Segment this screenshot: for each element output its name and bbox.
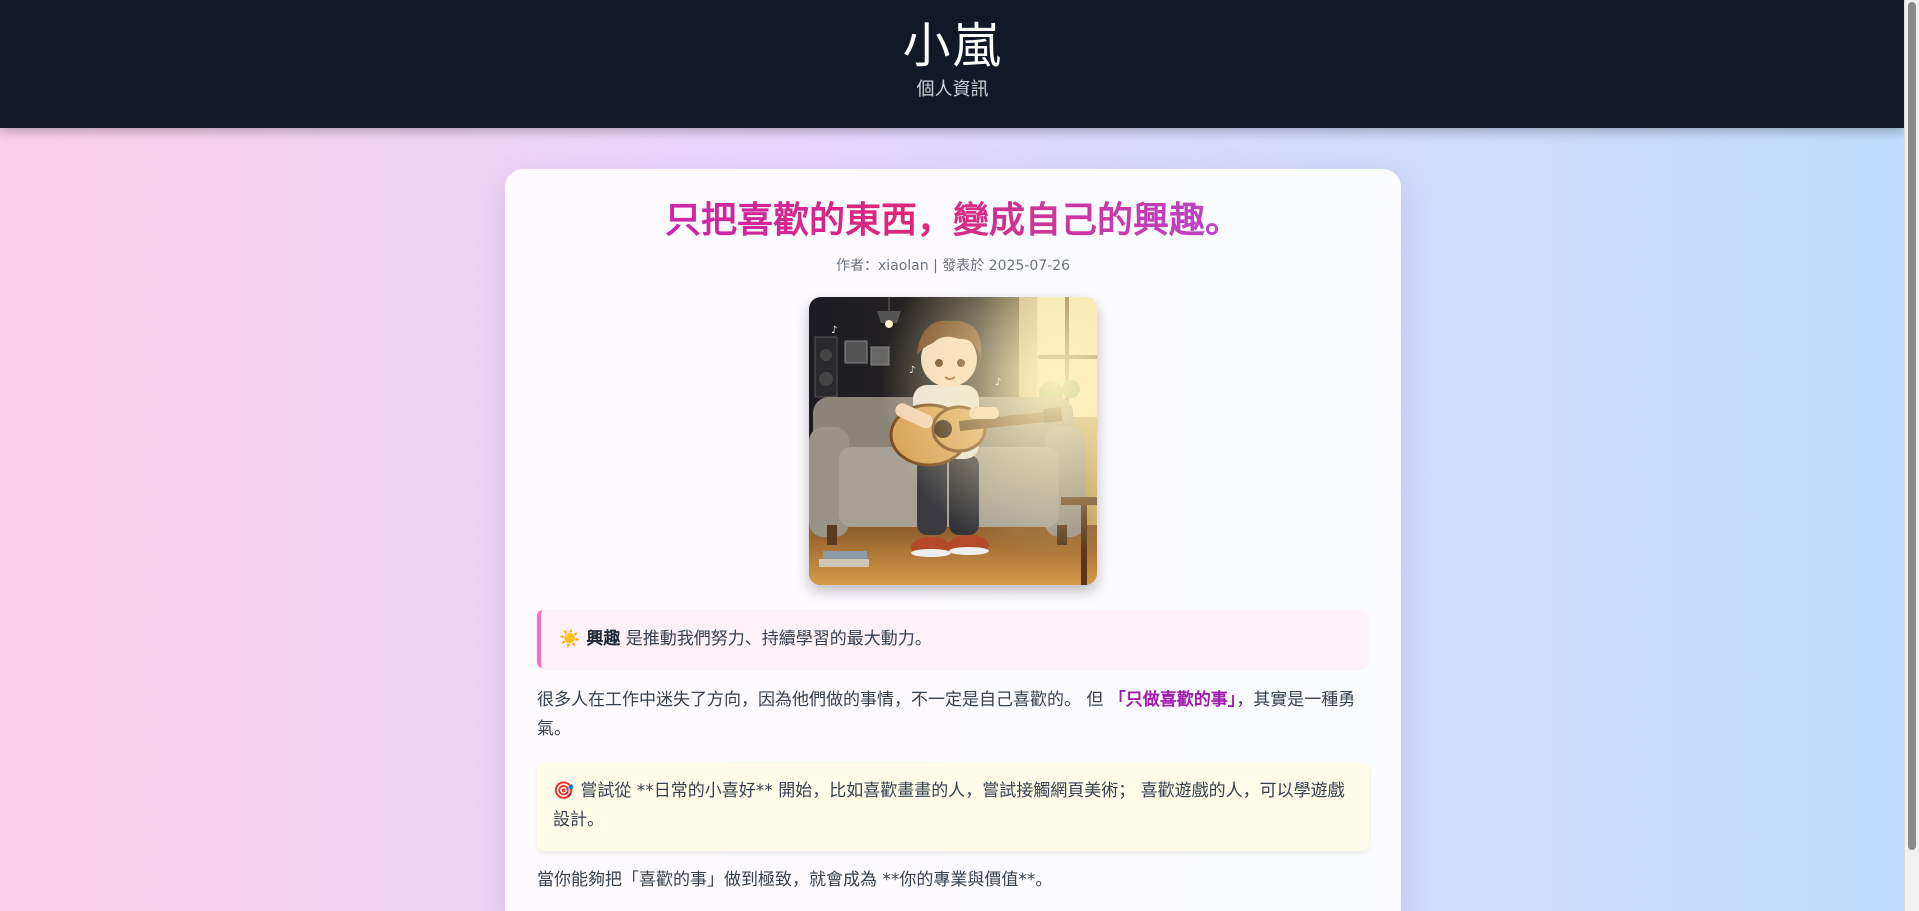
callout-interest-keyword: 興趣 <box>586 629 621 649</box>
scrollbar-thumb[interactable] <box>1908 2 1916 850</box>
callout-interest-text: 是推動我們努力、持續學習的最大動力。 <box>620 629 932 649</box>
post-title: 只把喜歡的東西，變成自己的興趣。 <box>505 197 1401 245</box>
paragraph-1: 很多人在工作中迷失了方向，因為他們做的事情，不一定是自己喜歡的。 但 「只做喜歡… <box>537 686 1369 744</box>
site-subtitle: 個人資訊 <box>916 79 989 100</box>
paragraph-1-before: 很多人在工作中迷失了方向，因為他們做的事情，不一定是自己喜歡的。 但 <box>537 690 1109 710</box>
site-header: 小嵐 個人資訊 <box>0 0 1905 128</box>
paragraph-2: 當你能夠把「喜歡的事」做到極致，就會成為 **你的專業與價值**。 <box>537 870 1053 890</box>
site-title: 小嵐 <box>902 18 1003 74</box>
callout-tip-text: 嘗試從 **日常的小喜好** 開始，比如喜歡畫畫的人，嘗試接觸網頁美術； 喜歡遊… <box>553 781 1345 830</box>
hero-image: ♪ ♪ ♪ <box>809 297 1097 585</box>
callout-interest: ☀️ 興趣 是推動我們努力、持續學習的最大動力。 <box>537 610 1367 668</box>
paragraph-1-highlight: 「只做喜歡的事」 <box>1108 690 1237 710</box>
post-meta: 作者：xiaolan | 發表於 2025-07-26 <box>835 258 1071 274</box>
hero-illustration: ♪ ♪ ♪ <box>809 297 1097 585</box>
post-card: 只把喜歡的東西，變成自己的興趣。 作者：xiaolan | 發表於 2025-0… <box>505 169 1401 911</box>
target-icon: 🎯 <box>553 781 575 801</box>
sun-icon: ☀️ <box>559 629 581 649</box>
callout-tip: 🎯 嘗試從 **日常的小喜好** 開始，比如喜歡畫畫的人，嘗試接觸網頁美術； 喜… <box>537 763 1369 851</box>
vertical-scrollbar[interactable] <box>1904 0 1919 911</box>
